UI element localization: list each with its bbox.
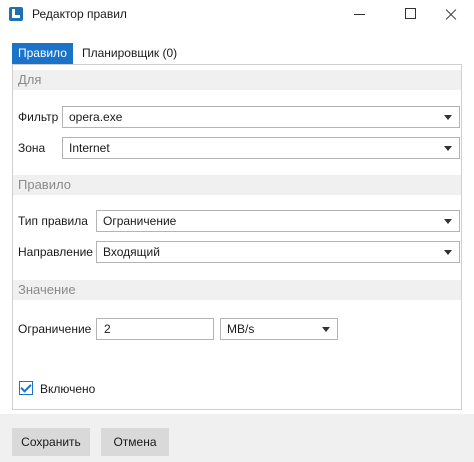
save-button[interactable]: Сохранить (12, 428, 90, 456)
enabled-label: Включено (40, 382, 96, 396)
direction-label: Направление (18, 245, 93, 259)
app-icon (9, 7, 23, 21)
minimize-icon[interactable] (338, 0, 382, 31)
cancel-button[interactable]: Отмена (101, 428, 169, 456)
tab-scheduler[interactable]: Планировщик (0) (76, 43, 183, 64)
limit-label: Ограничение (18, 322, 92, 336)
close-icon[interactable] (430, 0, 474, 31)
maximize-icon[interactable] (386, 0, 430, 31)
direction-select[interactable]: Входящий (96, 241, 460, 263)
chevron-down-icon (444, 219, 452, 224)
window-title: Редактор правил (32, 7, 127, 21)
chevron-down-icon (444, 146, 452, 151)
rule-type-label: Тип правила (18, 214, 88, 228)
section-for: Для (13, 70, 461, 90)
zone-value: Internet (69, 141, 110, 155)
direction-value: Входящий (103, 245, 160, 259)
filter-select[interactable]: opera.exe (62, 106, 460, 128)
tab-rule[interactable]: Правило (12, 43, 73, 64)
enabled-checkbox[interactable] (19, 381, 33, 395)
chevron-down-icon (444, 250, 452, 255)
unit-value: MB/s (227, 322, 255, 336)
rule-type-value: Ограничение (103, 214, 177, 228)
zone-label: Зона (18, 141, 46, 155)
limit-input[interactable]: 2 (96, 318, 214, 340)
section-value: Значение (13, 280, 461, 300)
chevron-down-icon (444, 115, 452, 120)
filter-label: Фильтр (18, 110, 59, 124)
filter-value: opera.exe (69, 110, 123, 124)
rule-type-select[interactable]: Ограничение (96, 210, 460, 232)
chevron-down-icon (322, 327, 330, 332)
unit-select[interactable]: MB/s (220, 318, 338, 340)
section-rule: Правило (13, 175, 461, 195)
title-bar: Редактор правил (0, 0, 474, 31)
zone-select[interactable]: Internet (62, 137, 460, 159)
